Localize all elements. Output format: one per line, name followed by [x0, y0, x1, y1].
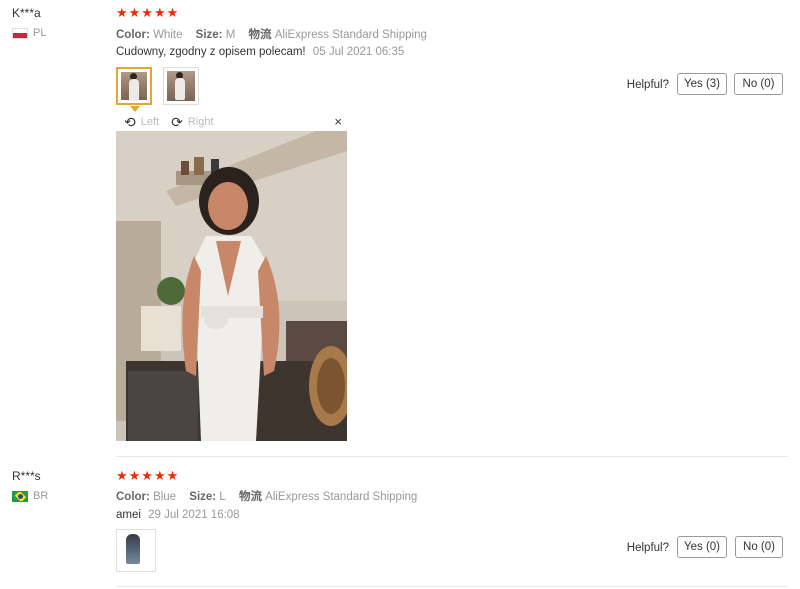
review-photo-thumbnail[interactable]	[163, 67, 199, 105]
shipping-method: AliExpress Standard Shipping	[265, 491, 418, 503]
brazil-flag-icon	[12, 490, 28, 502]
size-label: Size:	[195, 29, 223, 41]
reviewer-country: BR	[12, 490, 48, 502]
poland-flag-icon	[12, 27, 28, 39]
helpful-yes-button[interactable]: Yes (0)	[677, 536, 727, 558]
rotate-left-button[interactable]: ⟲ Left	[124, 115, 159, 129]
review-item: K***a PL ★★★★★ Color: White Size: M 物流 A…	[0, 0, 800, 456]
helpful-label: Helpful?	[626, 79, 669, 91]
feedback-text: amei	[116, 509, 141, 521]
size-value: M	[225, 29, 236, 41]
helpful-yes-button[interactable]: Yes (3)	[677, 73, 727, 95]
logistics-label: 物流	[238, 491, 262, 503]
reviewer-country: PL	[12, 27, 46, 39]
rotate-right-button[interactable]: ⟳ Right	[171, 115, 213, 129]
star-rating: ★★★★★	[116, 5, 180, 20]
reviewer-name: K***a	[12, 6, 41, 20]
color-label: Color:	[116, 491, 150, 503]
photo-viewer-toolbar: ⟲ Left ⟳ Right ×	[116, 114, 348, 130]
review-feedback: amei 29 Jul 2021 16:08	[116, 509, 240, 521]
product-attributes: Color: Blue Size: L 物流 AliExpress Standa…	[116, 488, 417, 504]
star-rating: ★★★★★	[116, 468, 180, 483]
review-date: 29 Jul 2021 16:08	[148, 509, 240, 521]
rotate-left-icon: ⟲	[124, 114, 136, 130]
reviewer-name: R***s	[12, 469, 41, 483]
review-photo-thumbnail[interactable]	[116, 67, 152, 105]
rotate-right-label: Right	[187, 116, 214, 128]
review-feedback: Cudowny, zgodny z opisem polecam! 05 Jul…	[116, 46, 404, 58]
helpful-no-button[interactable]: No (0)	[734, 73, 783, 95]
size-label: Size:	[189, 491, 217, 503]
rotate-left-label: Left	[140, 116, 160, 128]
shipping-method: AliExpress Standard Shipping	[274, 29, 427, 41]
helpful-label: Helpful?	[626, 542, 669, 554]
color-value: White	[153, 29, 183, 41]
country-code: PL	[33, 27, 47, 39]
feedback-text: Cudowny, zgodny z opisem polecam!	[116, 46, 306, 58]
review-date: 05 Jul 2021 06:35	[312, 46, 405, 58]
logistics-label: 物流	[248, 29, 272, 41]
product-attributes: Color: White Size: M 物流 AliExpress Stand…	[116, 26, 427, 42]
rotate-right-icon: ⟳	[171, 114, 183, 130]
review-item: R***s BR ★★★★★ Color: Blue Size: L 物流 Al…	[0, 458, 800, 589]
review-divider	[116, 586, 788, 587]
color-value: Blue	[153, 491, 177, 503]
review-photo-image	[116, 131, 347, 441]
size-value: L	[219, 491, 226, 503]
thumbnail-pointer	[130, 106, 140, 112]
color-label: Color:	[116, 29, 150, 41]
review-divider	[116, 456, 788, 457]
country-code: BR	[33, 490, 49, 502]
review-photo-thumbnail[interactable]	[116, 529, 156, 572]
close-icon[interactable]: ×	[334, 114, 342, 130]
review-photo-enlarged	[116, 131, 347, 441]
helpful-no-button[interactable]: No (0)	[735, 536, 783, 558]
